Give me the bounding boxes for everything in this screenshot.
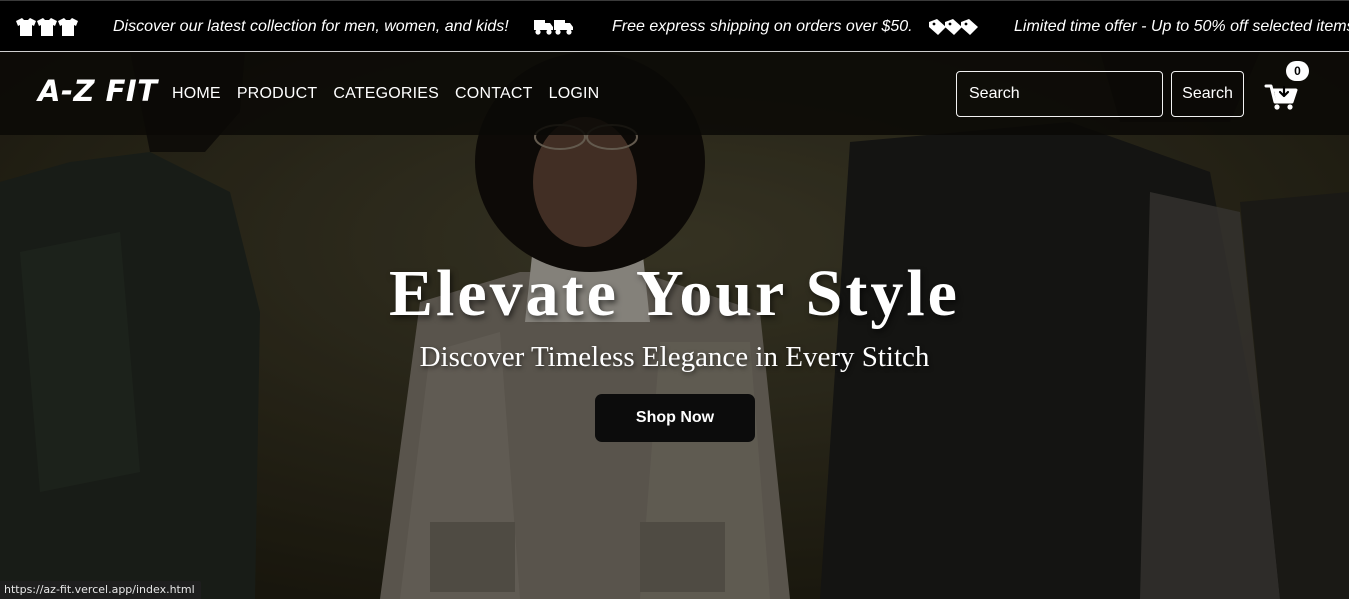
announcement-item: Free express shipping on orders over $50… bbox=[534, 1, 913, 51]
cart-icon[interactable] bbox=[1264, 78, 1298, 112]
nav-link-login[interactable]: LOGIN bbox=[549, 85, 600, 103]
announcement-item: Limited time offer - Up to 50% off selec… bbox=[929, 1, 1349, 51]
nav-links: HOME PRODUCT CATEGORIES CONTACT LOGIN bbox=[172, 85, 599, 103]
nav-link-categories[interactable]: CATEGORIES bbox=[333, 85, 439, 103]
hero-subtitle: Discover Timeless Elegance in Every Stit… bbox=[419, 341, 930, 373]
announcement-text: Free express shipping on orders over $50… bbox=[612, 18, 913, 35]
announcement-bar: Discover our latest collection for men, … bbox=[0, 0, 1349, 52]
tshirt-icon bbox=[16, 17, 78, 37]
truck-icon bbox=[534, 18, 574, 36]
search-input[interactable] bbox=[956, 71, 1163, 117]
status-url: https://az-fit.vercel.app/index.html bbox=[0, 581, 201, 599]
announcement-text: Discover our latest collection for men, … bbox=[113, 18, 509, 35]
navbar: A-Z FIT HOME PRODUCT CATEGORIES CONTACT … bbox=[0, 52, 1349, 135]
shop-now-button[interactable]: Shop Now bbox=[595, 394, 755, 442]
nav-link-product[interactable]: PRODUCT bbox=[237, 85, 318, 103]
tag-icon bbox=[929, 19, 979, 35]
announcement-text: Limited time offer - Up to 50% off selec… bbox=[1014, 18, 1349, 35]
search-button[interactable]: Search bbox=[1171, 71, 1244, 117]
announcement-item: Discover our latest collection for men, … bbox=[16, 1, 509, 51]
site-logo[interactable]: A-Z FIT bbox=[38, 74, 158, 108]
nav-link-contact[interactable]: CONTACT bbox=[455, 85, 533, 103]
hero-title: Elevate Your Style bbox=[389, 257, 960, 330]
nav-link-home[interactable]: HOME bbox=[172, 85, 221, 103]
cart-count-badge: 0 bbox=[1286, 61, 1309, 81]
